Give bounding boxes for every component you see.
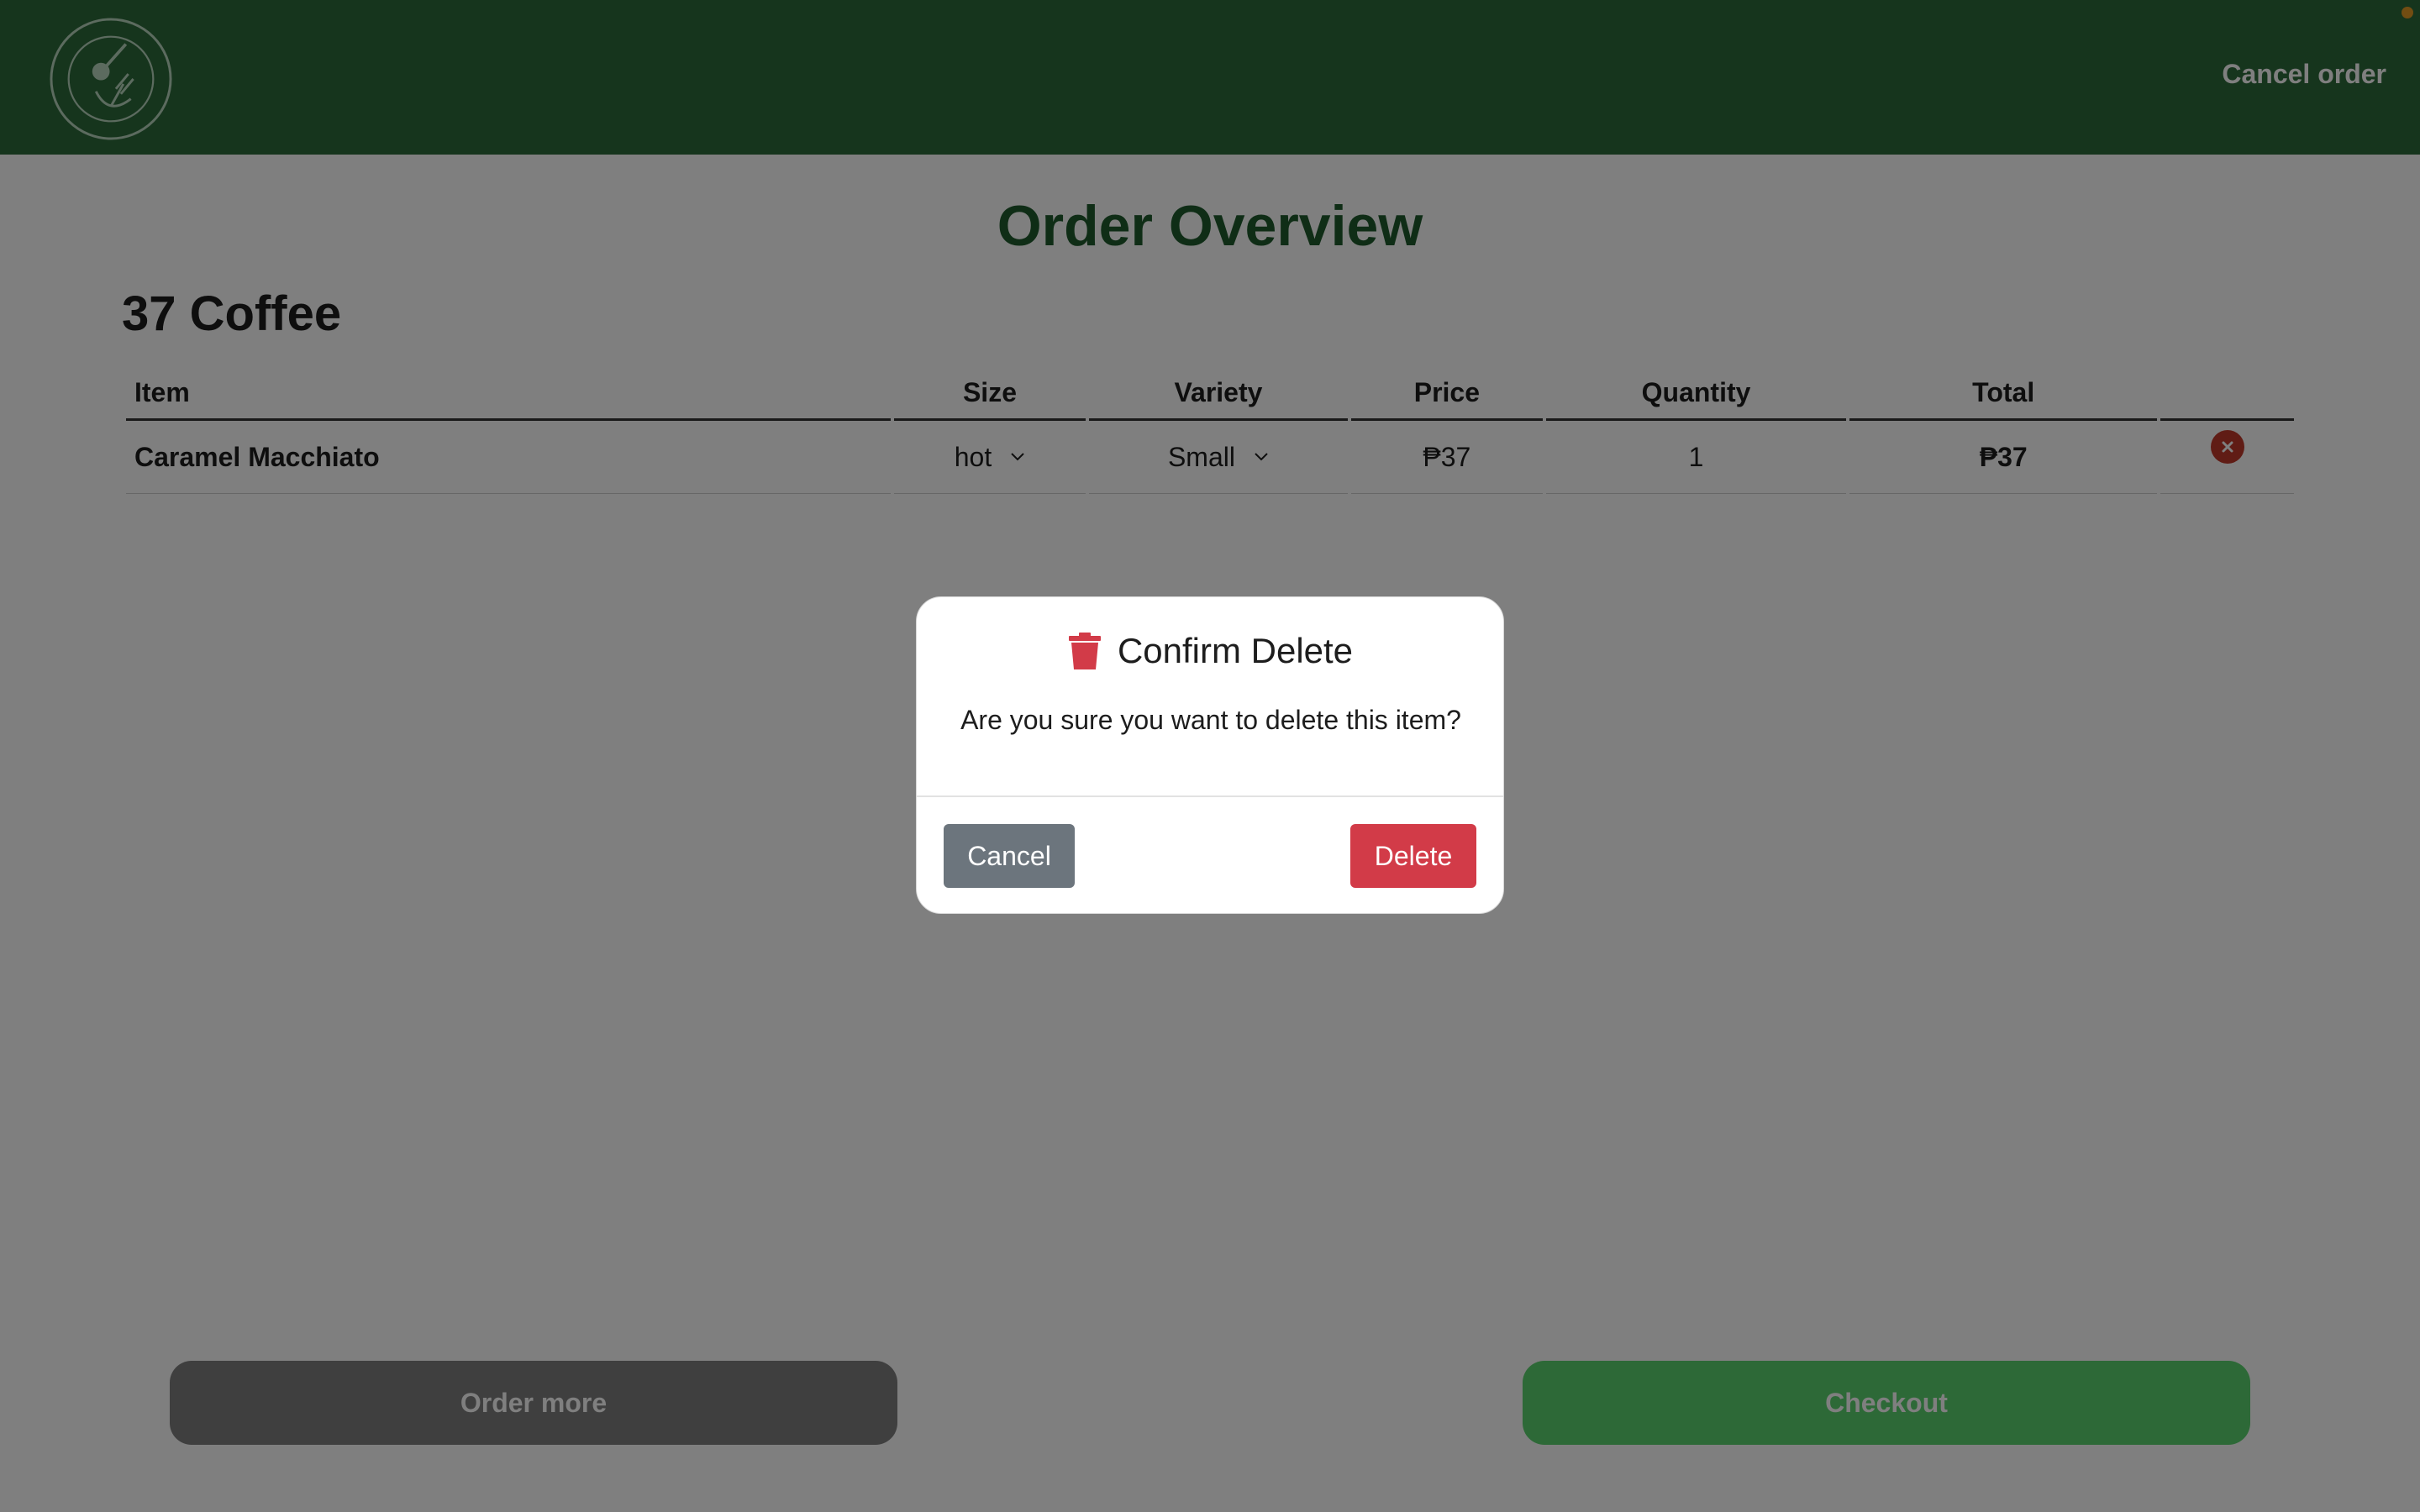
modal-divider [917, 795, 1503, 797]
modal-title-text: Confirm Delete [1117, 631, 1354, 670]
order-page: Cancel order Order Overview 37 Coffee It… [0, 0, 2420, 1512]
modal-title: Confirm Delete [917, 631, 1505, 671]
confirm-delete-modal: Confirm Delete Are you sure you want to … [916, 596, 1504, 914]
modal-message: Are you sure you want to delete this ite… [960, 705, 1461, 735]
cancel-button[interactable]: Cancel [944, 824, 1075, 888]
delete-button[interactable]: Delete [1350, 824, 1476, 888]
trash-icon [1068, 633, 1101, 669]
